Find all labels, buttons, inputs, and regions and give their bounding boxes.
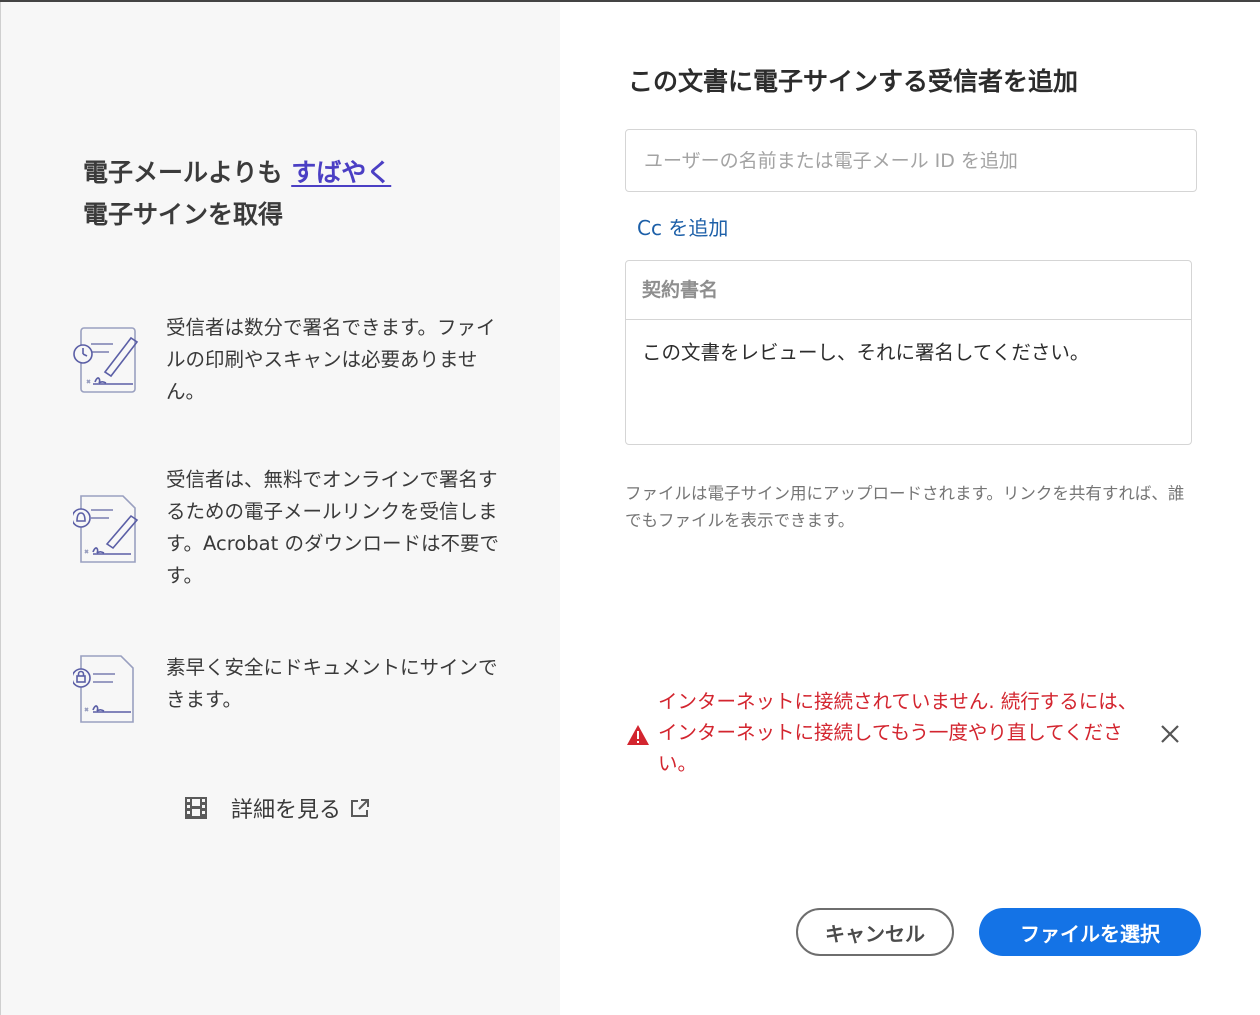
page-title: この文書に電子サインする受信者を追加 [628, 67, 1079, 96]
recipients-panel: この文書に電子サインする受信者を追加 Cc を追加 契約書名 この文書をレビュー… [560, 2, 1260, 1015]
agreement-name-field[interactable]: 契約書名 [626, 261, 1191, 320]
feature-text: 受信者は、無料でオンラインで署名するための電子メールリンクを受信します。Acro… [166, 468, 499, 587]
warning-icon [627, 725, 649, 745]
message-field[interactable]: この文書をレビューし、それに署名してください。 [626, 320, 1191, 386]
clock-sign-document-icon [73, 322, 143, 398]
cancel-button[interactable]: キャンセル [796, 908, 954, 956]
recipient-input[interactable] [625, 129, 1197, 192]
feature-text: 素早く安全にドキュメントにサインできます。 [166, 656, 498, 711]
learn-more-link[interactable]: 詳細を見る [183, 788, 371, 828]
add-cc-link[interactable]: Cc を追加 [637, 212, 728, 241]
external-link-icon [351, 799, 370, 817]
upload-note: ファイルは電子サイン用にアップロードされます。リンクを共有すれば、誰でもファイル… [625, 484, 1185, 530]
headline-prefix: 電子メールよりも [83, 158, 292, 187]
error-message: インターネットに接続されていません. 続行するには、インターネットに接続してもう… [658, 690, 1138, 775]
learn-more-label: 詳細を見る [231, 798, 342, 823]
bell-sign-document-icon [71, 492, 143, 568]
agreement-box: 契約書名 この文書をレビューし、それに署名してください。 [625, 260, 1192, 445]
film-icon [185, 797, 207, 819]
select-file-button[interactable]: ファイルを選択 [979, 908, 1201, 956]
headline: 電子メールよりも すばやく 電子サインを取得 [83, 152, 523, 236]
headline-line2: 電子サインを取得 [83, 200, 284, 229]
error-banner: インターネットに接続されていません. 続行するには、インターネットに接続してもう… [626, 686, 1206, 786]
lock-sign-document-icon [71, 652, 143, 728]
headline-highlight-link[interactable]: すばやく [291, 158, 391, 187]
close-icon[interactable] [1158, 722, 1182, 746]
info-panel: 電子メールよりも すばやく 電子サインを取得 受信者は数分で署名できます。ファイ… [0, 2, 560, 1015]
feature-text: 受信者は数分で署名できます。ファイルの印刷やスキャンは必要ありません。 [166, 316, 496, 403]
